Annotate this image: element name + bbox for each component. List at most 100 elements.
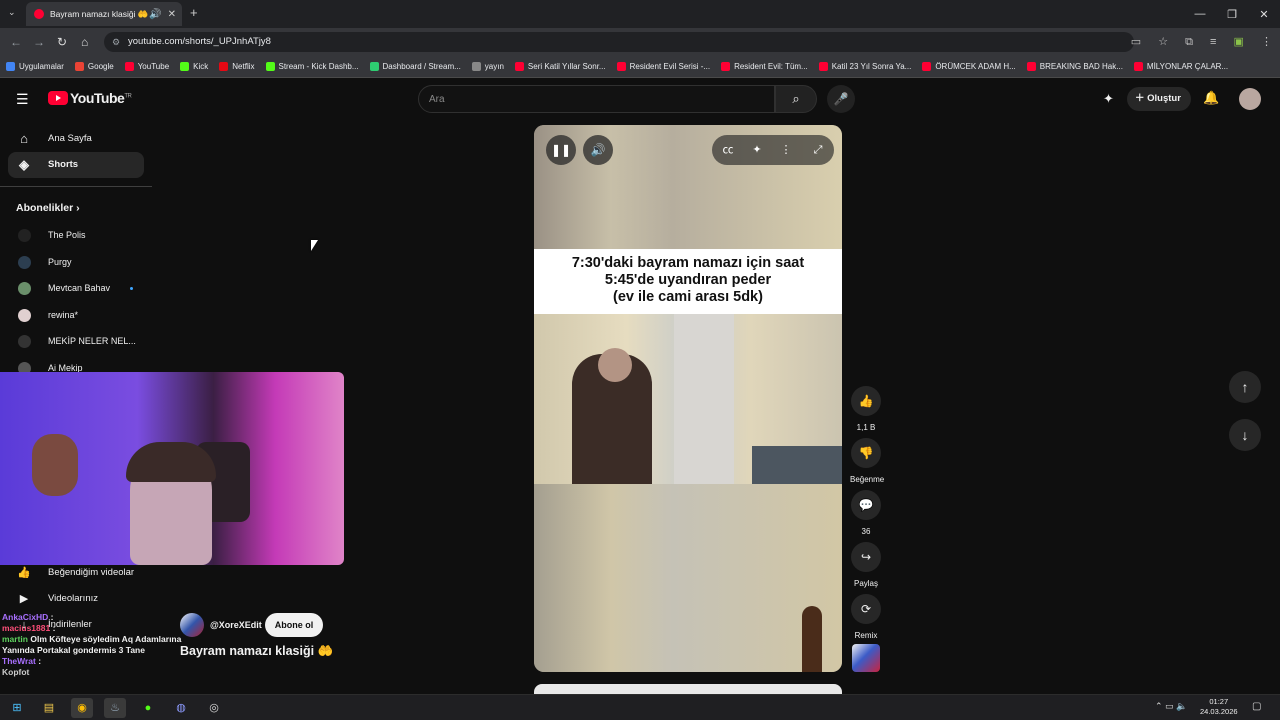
comments-action[interactable]: 💬 36 [850,490,882,536]
bookmark-label: Uygulamalar [19,62,64,71]
mouse-cursor [311,240,318,251]
channel-avatar[interactable] [180,613,204,637]
like-action[interactable]: 👍 1,1 B [850,386,882,432]
dislike-action[interactable]: 👎 Beğenme [850,438,884,484]
discord-icon[interactable]: ◍ [170,698,192,718]
bookmark-item[interactable]: Stream - Kick Dashb... [265,62,359,71]
pause-icon[interactable]: ❚❚ [546,135,576,165]
subscribe-button[interactable]: Abone ol [265,613,323,637]
chat-username: martin [2,634,28,644]
create-button[interactable]: ＋ Oluştur [1127,87,1191,111]
more-options-icon[interactable]: ⋮ [774,135,798,165]
volume-icon[interactable]: 🔊 [583,135,613,165]
steam-icon[interactable]: ♨ [104,698,126,718]
bookmark-item[interactable]: Katil 23 Yıl Sonra Ya... [818,62,911,71]
remix-action[interactable]: ⟳ Remix [850,594,882,640]
thumbs-down-icon[interactable]: 👎 [851,438,881,468]
bookmark-star-icon[interactable]: ☆ [1158,36,1168,48]
bookmark-item[interactable]: BREAKING BAD Hak... [1026,62,1123,71]
browser-menu-icon[interactable]: ⋮ [1261,36,1272,48]
stream-chat-overlay: AnkaCixHD : macius1881 : martin Olm Köftey… [2,612,182,692]
bookmark-label: Google [87,62,114,71]
bookmark-item[interactable]: Resident Evil Serisi -... [616,62,710,71]
tray-chevron-icon[interactable]: ⌃ [1155,701,1163,711]
subscriptions-header[interactable]: Abonelikler › [16,202,80,214]
captions-icon[interactable]: ㏄ [716,135,740,165]
subscription-item[interactable]: Mevtcan Bahav [8,277,144,299]
teddy-bear [32,434,78,496]
sidebar-item-your-videos[interactable]: ▶ Videolarınız [8,586,144,612]
search-button[interactable]: ⌕ [775,85,817,113]
video-frame-middle [534,314,842,484]
bookmark-item[interactable]: Resident Evil: Tüm... [721,62,808,71]
menu-icon[interactable]: ☰ [16,92,32,106]
youtube-logo[interactable]: YouTubeTR [48,90,132,106]
kick-icon[interactable]: ● [137,698,159,718]
previous-short-button[interactable]: ↑ [1229,371,1261,403]
profile-icon[interactable]: ▣ [1234,36,1244,48]
bookmark-item[interactable]: MİLYONLAR ÇALAR... [1133,62,1228,71]
obs-icon[interactable]: ◎ [203,698,225,718]
bookmark-item[interactable]: Dashboard / Stream... [369,62,461,71]
tab-close-icon[interactable]: ✕ [168,9,176,20]
media-icon[interactable]: ≡ [1210,36,1216,48]
account-avatar[interactable] [1239,88,1261,110]
close-window-icon[interactable]: ✕ [1248,8,1280,21]
remix-icon[interactable]: ⟳ [851,594,881,624]
bookmark-item[interactable]: Netflix [219,62,255,71]
notifications-icon[interactable]: 🔔 [1203,90,1219,106]
bookmark-item[interactable]: ÖRÜMCEK ADAM H... [922,62,1016,71]
start-icon[interactable]: ⊞ [6,698,28,718]
thumbs-up-icon[interactable]: 👍 [851,386,881,416]
share-icon[interactable]: ↪ [851,542,881,572]
subscription-item[interactable]: Purgy [8,251,144,273]
sidebar-item-liked[interactable]: 👍 Beğendiğim videolar [8,560,144,586]
subscription-item[interactable]: rewina* [8,304,144,326]
browser-tab[interactable]: Bayram namazı klasiği 🤲 🔊 ✕ [26,2,182,26]
new-tab-icon[interactable]: + [190,5,198,20]
bookmark-item[interactable]: Kick [180,62,208,71]
subscription-item[interactable]: The Polis [8,224,144,246]
reload-icon[interactable]: ↻ [57,35,67,49]
door [674,314,734,484]
comment-icon[interactable]: 💬 [851,490,881,520]
sparkle-icon[interactable]: ✦ [1103,91,1114,107]
short-video-player[interactable]: 7:30'daki bayram namazı için saat 5:45'd… [534,125,842,672]
chat-username: macius1881 [2,623,51,633]
file-explorer-icon[interactable]: ▤ [38,698,60,718]
short-title[interactable]: Bayram namazı klasiği 🤲 [180,644,333,659]
subscription-item[interactable]: MEKİP NELER NEL... [8,330,144,352]
extensions-icon[interactable]: ⧉ [1185,36,1193,48]
volume-tray-icon[interactable]: 🔈 [1176,701,1187,711]
site-info-icon[interactable]: ⚙ [112,32,120,52]
minimize-icon[interactable]: — [1184,8,1216,20]
notifications-tray-icon[interactable]: ▢ [1252,701,1261,712]
forward-icon[interactable]: → [33,35,45,49]
voice-search-icon[interactable]: 🎤 [827,85,855,113]
share-action[interactable]: ↪ Paylaş [850,542,882,588]
sidebar-item-home[interactable]: ⌂ Ana Sayfa [8,126,144,152]
bookmark-item[interactable]: Uygulamalar [6,62,64,71]
back-icon[interactable]: ← [10,35,22,49]
bookmark-item[interactable]: Seri Katil Yıllar Sonr... [514,62,606,71]
channel-name[interactable]: @XoreXEdit [210,620,262,630]
home-icon[interactable]: ⌂ [81,35,88,49]
bookmark-favicon-icon [514,62,524,71]
fullscreen-icon[interactable]: ⤢ [806,135,830,165]
next-short-button[interactable]: ↓ [1229,419,1261,451]
sparkle-icon[interactable]: ✦ [745,135,769,165]
bookmark-item[interactable]: YouTube [124,62,169,71]
bookmark-item[interactable]: yayın [471,62,504,71]
network-icon[interactable]: ▭ [1165,701,1174,711]
url-field[interactable]: ⚙ youtube.com/shorts/_UPJnhATjy8 [104,32,1134,52]
chrome-icon[interactable]: ◉ [71,698,93,718]
restore-icon[interactable]: ❐ [1216,8,1248,21]
bookmark-item[interactable]: Google [74,62,114,71]
cast-icon[interactable]: ▭ [1131,36,1141,48]
tab-audio-icon[interactable]: 🔊 [149,9,161,20]
taskbar-clock[interactable]: 01:27 24.03.2026 [1200,697,1238,717]
sound-thumbnail[interactable] [852,644,880,672]
tab-list-icon[interactable]: ⌄ [8,7,16,18]
search-input[interactable]: Ara [418,85,775,113]
sidebar-item-shorts[interactable]: ◈ Shorts [8,152,144,178]
